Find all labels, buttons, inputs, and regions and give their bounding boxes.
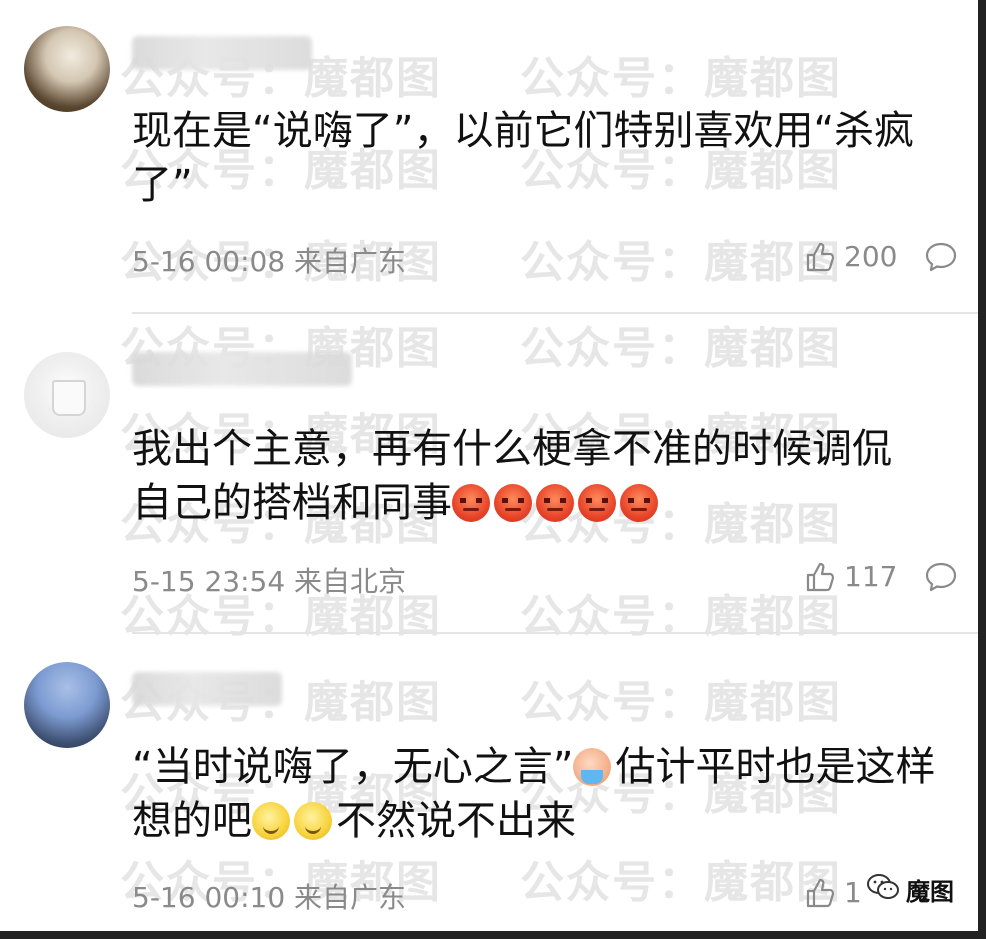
like-button[interactable]: 1 <box>804 876 862 909</box>
thumbs-up-icon <box>804 877 836 909</box>
comment-text-segment: 不然说不出来 <box>336 798 576 844</box>
username-blurred[interactable] <box>132 672 282 706</box>
smile-emoji-icon <box>294 802 332 840</box>
like-count: 200 <box>844 240 898 273</box>
watermark-text: 公众号：魔都图 <box>520 857 842 908</box>
username-blurred[interactable] <box>132 36 312 70</box>
comment-text-segment: 自己的搭档和同事 <box>132 480 452 526</box>
crying-emoji-icon <box>573 748 612 786</box>
watermark-text: 公众号：魔都图 <box>520 677 842 728</box>
watermark-text: 公众号：魔都图 <box>520 53 842 104</box>
comment-bubble-icon <box>925 242 957 272</box>
comment-text-segment: 想的吧 <box>132 798 252 844</box>
watermark-text: 公众号：魔都图 <box>520 237 842 288</box>
like-count: 117 <box>844 560 898 593</box>
comment-divider <box>132 312 978 314</box>
smile-emoji-icon <box>252 802 290 840</box>
comment-text-line: 现在是“说嗨了”，以前它们特别喜欢用“杀疯 <box>132 108 915 154</box>
angry-emoji-icon <box>494 484 532 522</box>
comment-meta: 5-16 00:08 来自广东 <box>132 245 407 278</box>
comment-text-segment: 估计平时也是这样 <box>615 744 936 790</box>
angry-emoji-icon <box>536 484 574 522</box>
comment-text-line-with-emoji: 想的吧 不然说不出来 <box>132 794 962 848</box>
watermark-text: 公众号：魔都图 <box>520 591 842 642</box>
reply-button[interactable] <box>924 240 958 274</box>
comment-meta: 5-15 23:54 来自北京 <box>132 565 407 598</box>
comment-text: 我出个主意，再有什么梗拿不准的时候调侃 自己的搭档和同事 <box>132 422 962 530</box>
angry-emoji-icon <box>452 484 490 522</box>
angry-emoji-icon <box>620 484 658 522</box>
avatar[interactable] <box>24 662 110 748</box>
angry-emoji-icon <box>578 484 616 522</box>
comment-text-line: 我出个主意，再有什么梗拿不准的时候调侃 <box>132 426 892 472</box>
avatar[interactable] <box>24 26 110 112</box>
comment-text-line: 了” <box>132 162 193 208</box>
thumbs-up-icon <box>804 241 836 273</box>
watermark-text: 公众号：魔都图 <box>520 323 842 374</box>
comment-text-segment: “当时说嗨了，无心之言” <box>132 744 574 790</box>
wechat-logo-icon <box>866 873 900 907</box>
comment-text-line-with-emoji: 自己的搭档和同事 <box>132 476 962 530</box>
screenshot-frame: 公众号：魔都图 公众号：魔都图 公众号：魔都图 公众号：魔都图 公众号：魔都图 … <box>0 0 986 939</box>
brand-badge: 魔图 <box>860 870 960 909</box>
reply-button[interactable] <box>924 560 958 594</box>
comment-meta: 5-16 00:10 来自广东 <box>132 881 407 914</box>
thumbs-up-icon <box>804 561 836 593</box>
username-blurred[interactable] <box>132 352 352 386</box>
comment-bubble-icon <box>925 562 957 592</box>
comment-text-line-with-emoji: “当时说嗨了，无心之言” 估计平时也是这样 <box>132 740 962 794</box>
brand-label: 魔图 <box>906 878 954 906</box>
comment-text: 现在是“说嗨了”，以前它们特别喜欢用“杀疯 了” <box>132 104 962 212</box>
like-button[interactable]: 117 <box>804 560 897 593</box>
avatar[interactable] <box>24 352 110 438</box>
like-button[interactable]: 200 <box>804 240 897 273</box>
comment-divider <box>132 632 978 634</box>
comment-text: “当时说嗨了，无心之言” 估计平时也是这样 想的吧 不然说不出来 <box>132 740 962 848</box>
